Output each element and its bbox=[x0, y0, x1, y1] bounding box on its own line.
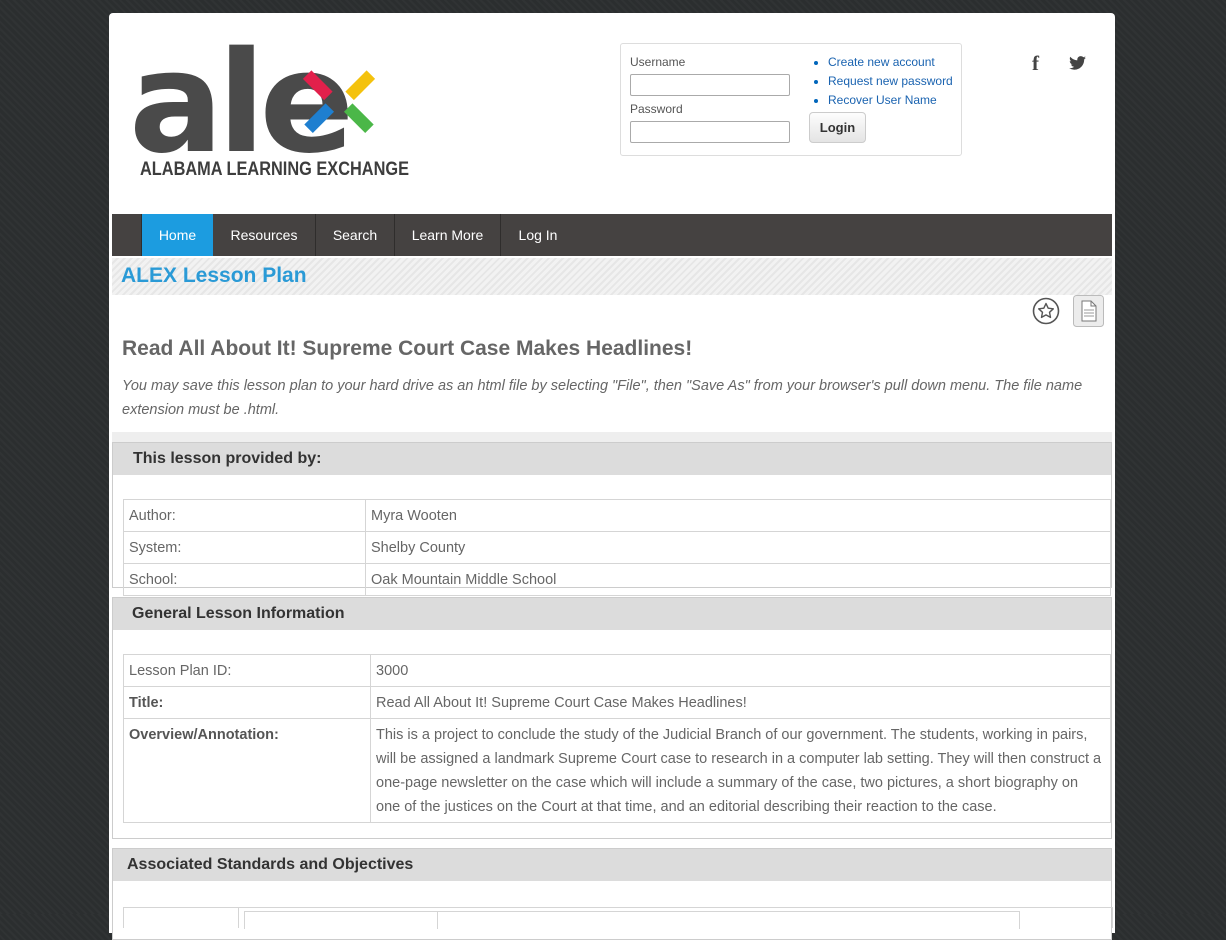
general-info-table: Lesson Plan ID: 3000 Title: Read All Abo… bbox=[123, 654, 1111, 823]
row-value: Shelby County bbox=[365, 531, 1111, 564]
table-row: Lesson Plan ID: 3000 bbox=[123, 654, 1111, 687]
provided-by-table: Author: Myra Wooten System: Shelby Count… bbox=[123, 499, 1111, 596]
table-row: Author: Myra Wooten bbox=[123, 499, 1111, 532]
page-container: ale ALABAMA LEARNING EXCHANGE Username P… bbox=[109, 13, 1115, 940]
table-row: School: Oak Mountain Middle School bbox=[123, 563, 1111, 596]
request-password-link[interactable]: Request new password bbox=[828, 74, 953, 88]
row-key: System: bbox=[123, 531, 366, 564]
star-icon[interactable] bbox=[1032, 297, 1060, 325]
standards-table bbox=[123, 907, 1113, 929]
general-info-header: General Lesson Information bbox=[113, 598, 1111, 630]
nav-log-in[interactable]: Log In bbox=[501, 214, 575, 256]
nav-resources[interactable]: Resources bbox=[213, 214, 316, 256]
login-links: Create new account Request new password … bbox=[813, 53, 953, 110]
provided-by-section: This lesson provided by: Author: Myra Wo… bbox=[112, 442, 1112, 596]
username-input[interactable] bbox=[630, 74, 790, 96]
login-box: Username Password Create new account Req… bbox=[620, 43, 962, 156]
row-key: Overview/Annotation: bbox=[123, 718, 371, 823]
row-value: 3000 bbox=[370, 654, 1111, 687]
password-input[interactable] bbox=[630, 121, 790, 143]
page-title: ALEX Lesson Plan bbox=[121, 264, 307, 287]
table-row: System: Shelby County bbox=[123, 531, 1111, 564]
nav-spacer bbox=[112, 214, 142, 256]
lesson-title: Read All About It! Supreme Court Case Ma… bbox=[122, 337, 693, 360]
page-banner: ALEX Lesson Plan bbox=[112, 258, 1112, 295]
nav-learn-more[interactable]: Learn More bbox=[395, 214, 501, 256]
row-key: Author: bbox=[123, 499, 366, 532]
facebook-icon[interactable]: f bbox=[1032, 51, 1039, 76]
table-row: Overview/Annotation: This is a project t… bbox=[123, 718, 1111, 823]
create-account-link[interactable]: Create new account bbox=[828, 55, 935, 69]
nav-search[interactable]: Search bbox=[316, 214, 395, 256]
recover-username-link[interactable]: Recover User Name bbox=[828, 93, 937, 107]
general-info-section: General Lesson Information Lesson Plan I… bbox=[112, 597, 1112, 839]
login-button[interactable]: Login bbox=[809, 112, 866, 143]
save-note: You may save this lesson plan to your ha… bbox=[122, 378, 1083, 418]
row-value: Myra Wooten bbox=[365, 499, 1111, 532]
twitter-icon[interactable] bbox=[1069, 56, 1086, 70]
row-key: School: bbox=[123, 563, 366, 596]
username-label: Username bbox=[630, 55, 686, 69]
standards-header: Associated Standards and Objectives bbox=[113, 849, 1111, 881]
provided-by-header: This lesson provided by: bbox=[113, 443, 1111, 475]
password-label: Password bbox=[630, 102, 683, 116]
row-key: Title: bbox=[123, 686, 371, 719]
row-value: Oak Mountain Middle School bbox=[365, 563, 1111, 596]
main-nav: Home Resources Search Learn More Log In bbox=[112, 214, 1112, 256]
standards-section: Associated Standards and Objectives bbox=[112, 848, 1113, 940]
document-icon[interactable] bbox=[1073, 295, 1104, 327]
nav-home[interactable]: Home bbox=[142, 214, 213, 256]
row-value: Read All About It! Supreme Court Case Ma… bbox=[370, 686, 1111, 719]
row-value: This is a project to conclude the study … bbox=[370, 718, 1111, 823]
logo-tagline: ALABAMA LEARNING EXCHANGE bbox=[140, 159, 410, 180]
table-row: Title: Read All About It! Supreme Court … bbox=[123, 686, 1111, 719]
row-key: Lesson Plan ID: bbox=[123, 654, 371, 687]
